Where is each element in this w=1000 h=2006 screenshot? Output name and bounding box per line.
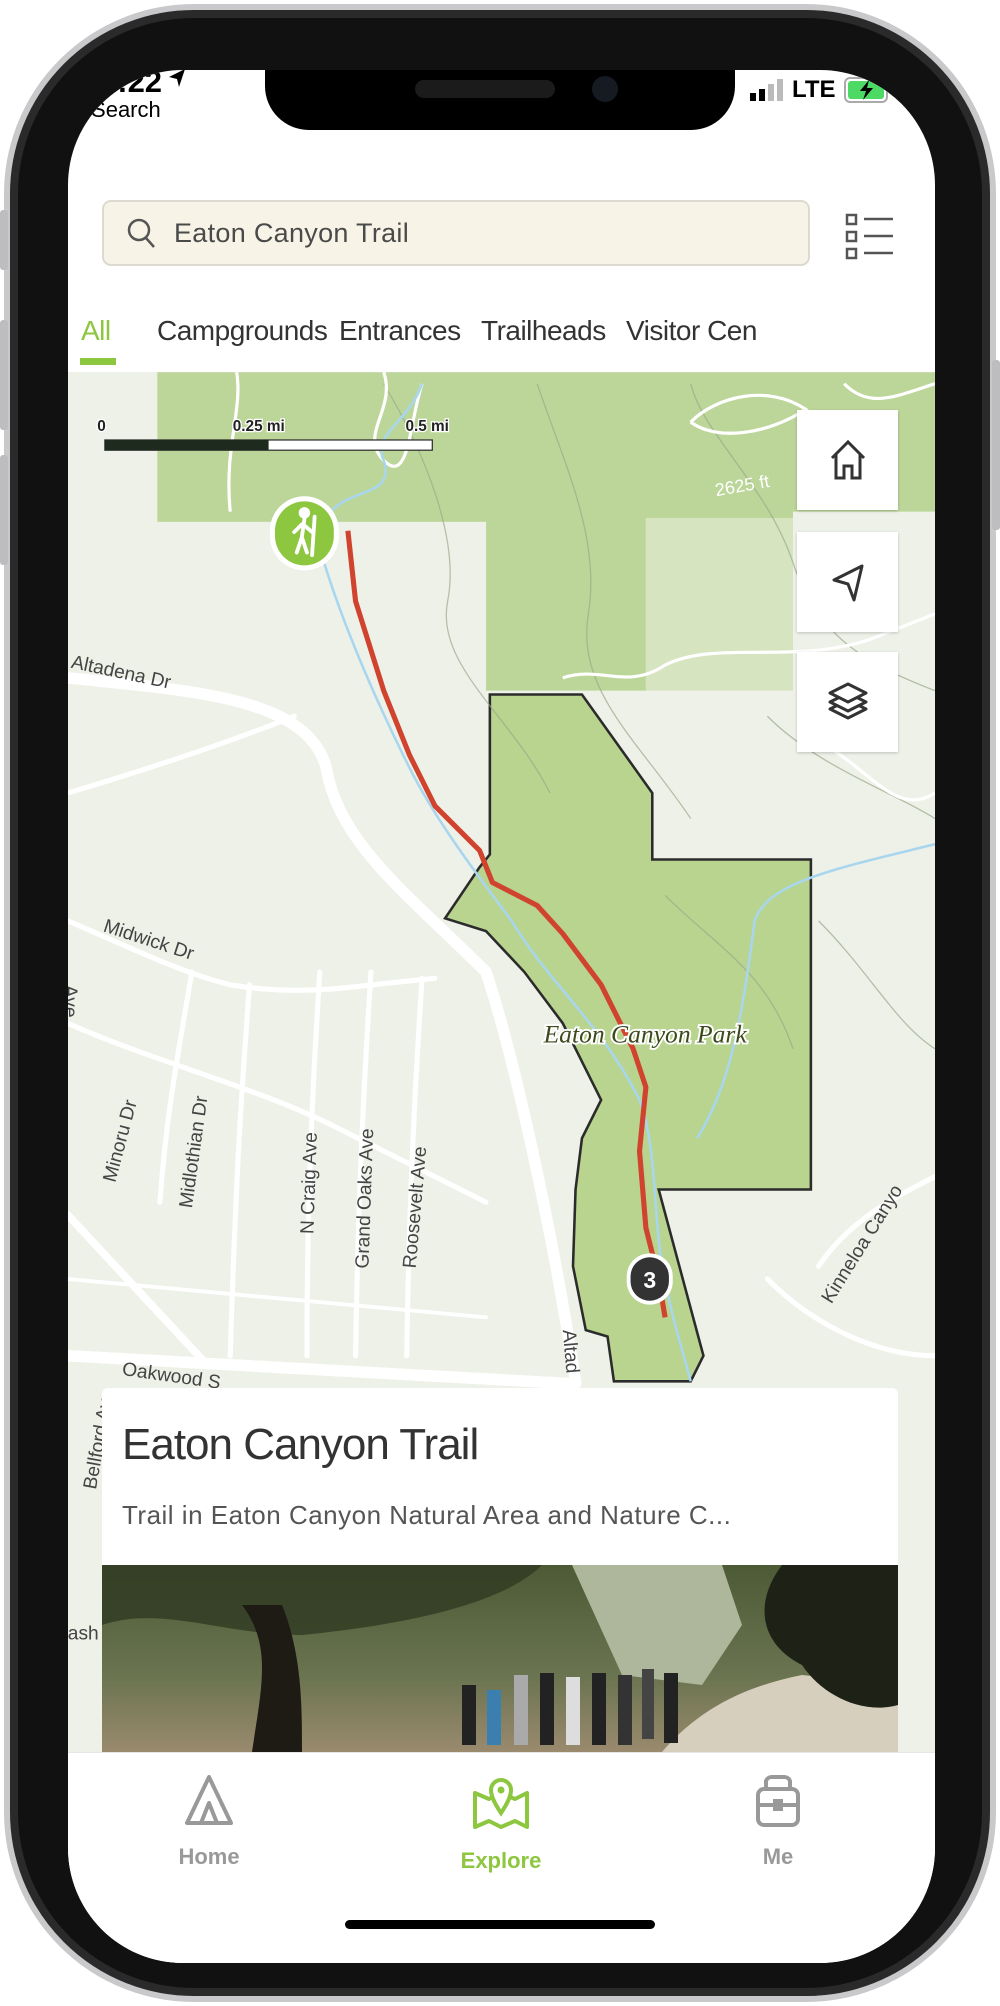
notch (265, 70, 735, 130)
signal-icon (750, 79, 783, 101)
mute-switch (0, 210, 8, 270)
tab-visitor-centers[interactable]: Visitor Cen (626, 315, 757, 347)
scale-label-zero: 0 (97, 418, 106, 435)
active-tab-indicator (80, 358, 116, 365)
battery-charging-icon (843, 77, 892, 103)
search-input[interactable]: Eaton Canyon Trail (102, 200, 810, 266)
trailhead-marker[interactable] (269, 496, 339, 571)
scale-label-mid: 0.25 mi (233, 418, 285, 435)
trail-card[interactable]: Eaton Canyon Trail Trail in Eaton Canyon… (102, 1388, 898, 1752)
network-label: LTE (792, 76, 836, 103)
park-label: Eaton Canyon Park (543, 1019, 748, 1048)
tab-trailheads[interactable]: Trailheads (481, 315, 606, 347)
volume-up-button (0, 320, 8, 430)
category-tabs: All Campgrounds Entrances Trailheads Vis… (68, 315, 935, 372)
street-label-ave: Ave (68, 985, 80, 1018)
list-view-button[interactable] (845, 212, 895, 265)
layers-icon (828, 682, 867, 720)
street-label-altad: Altad (558, 1329, 583, 1374)
home-map-button[interactable] (797, 410, 898, 510)
marker-number: 3 (643, 1267, 656, 1293)
nav-explore-label: Explore (460, 1848, 542, 1873)
nav-explore[interactable]: Explore (421, 1773, 581, 1874)
bottom-nav: Home Explore Me (68, 1752, 935, 1963)
list-icon (845, 213, 893, 260)
screen: 3 Altadena Dr Midwick Dr Minoru Dr Midlo… (68, 70, 935, 1963)
home-icon (830, 439, 865, 480)
tab-campgrounds[interactable]: Campgrounds (157, 315, 328, 347)
trail-number-marker[interactable]: 3 (626, 1253, 673, 1305)
street-label-craig: N Craig Ave (297, 1132, 322, 1235)
trail-photo (102, 1565, 898, 1752)
nav-home-label: Home (178, 1844, 240, 1869)
map-pin-icon (473, 1778, 529, 1829)
search-value: Eaton Canyon Trail (174, 217, 410, 248)
status-indicators: LTE (750, 76, 894, 104)
navigation-arrow-icon (832, 564, 863, 602)
scale-label-end: 0.5 mi (405, 418, 448, 435)
home-indicator[interactable] (345, 1920, 655, 1929)
search-icon (127, 218, 155, 248)
backpack-icon (756, 1775, 800, 1827)
status-time: 2:22 (100, 70, 163, 99)
location-arrow-icon (169, 70, 185, 87)
card-subtitle: Trail in Eaton Canyon Natural Area and N… (122, 1500, 732, 1530)
card-title: Eaton Canyon Trail (122, 1420, 479, 1469)
nav-home[interactable]: Home (129, 1773, 289, 1870)
street-label-ash: ash (68, 1624, 99, 1645)
nav-me[interactable]: Me (698, 1773, 858, 1870)
volume-down-button (0, 455, 8, 565)
locate-button[interactable] (797, 532, 898, 632)
layers-button[interactable] (797, 652, 898, 752)
tent-icon (185, 1775, 233, 1825)
power-button (992, 360, 1000, 530)
nav-me-label: Me (762, 1844, 794, 1869)
tab-entrances[interactable]: Entrances (339, 315, 461, 347)
tab-all[interactable]: All (81, 315, 111, 347)
back-to-search[interactable]: ◀ Search (68, 97, 161, 123)
